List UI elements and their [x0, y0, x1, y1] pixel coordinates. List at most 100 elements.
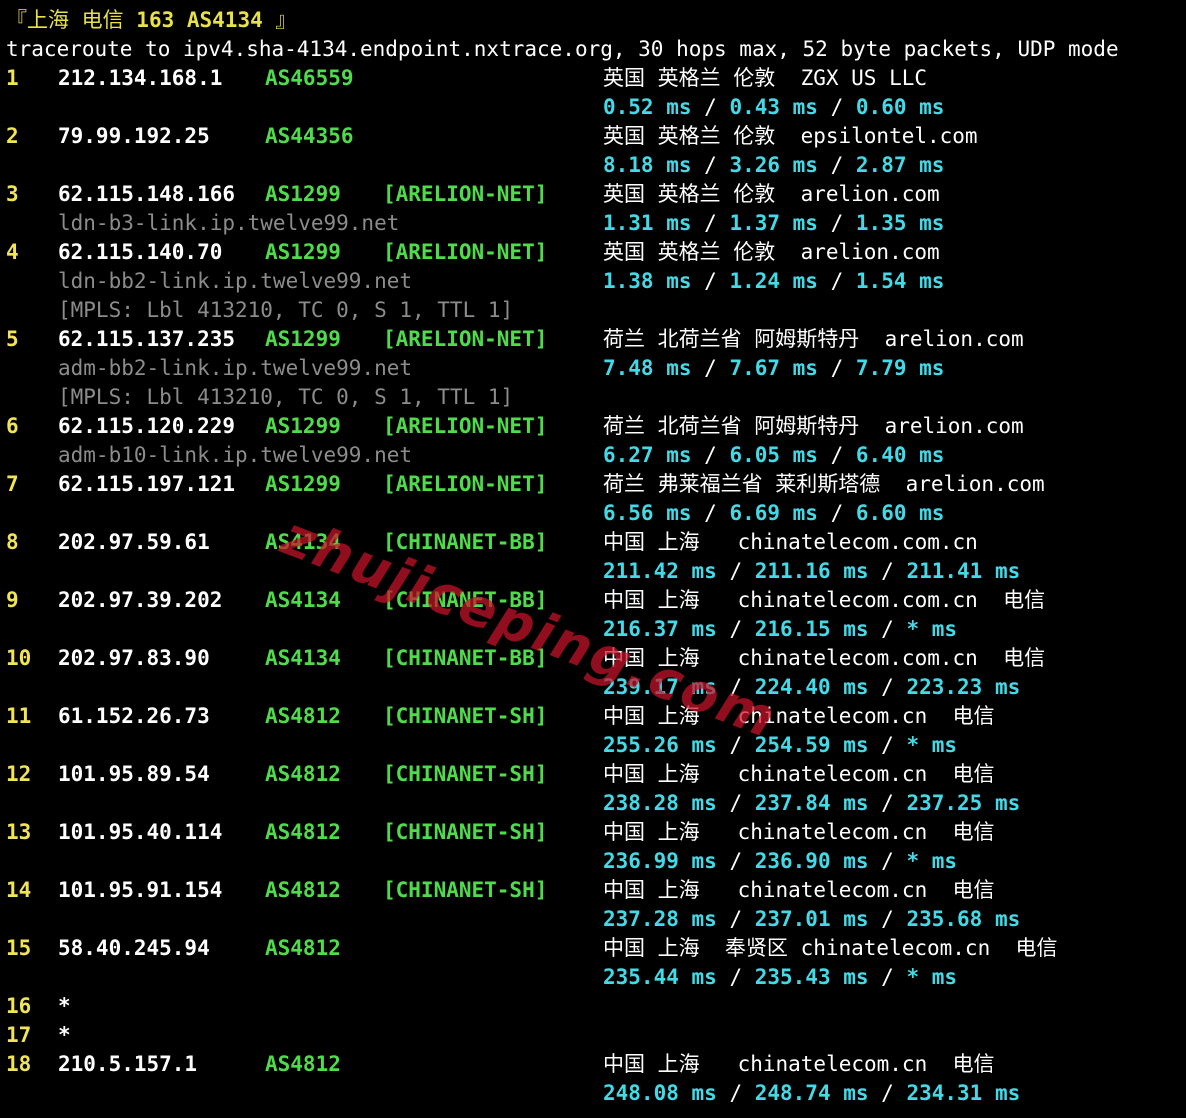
header-title: 『上海 电信 163 AS4134 』	[6, 6, 296, 35]
hop-detail-row: 255.26 ms / 254.59 ms / * ms	[6, 731, 1184, 760]
hop-ip: 202.97.59.61	[58, 530, 210, 554]
hop-rdns: adm-b10-link.ip.twelve99.net	[58, 443, 413, 467]
hop-detail-row: ldn-bb2-link.ip.twelve99.net 1.38 ms / 1.…	[6, 267, 1184, 296]
hop-geo: 中国 上海 chinatelecom.cn 电信	[603, 704, 995, 728]
hop-ip: *	[58, 1023, 71, 1047]
hop-geo: 中国 上海 chinatelecom.com.cn	[603, 530, 978, 554]
hop-number: 3	[6, 182, 19, 206]
hop-number: 13	[6, 820, 32, 844]
rtt-value: 8.18 ms	[603, 153, 692, 177]
hop-ip: 202.97.39.202	[58, 588, 223, 612]
rtt-value: 6.60 ms	[855, 501, 945, 525]
hop-number: 9	[6, 588, 19, 612]
hop-net-tag: [ARELION-NET]	[383, 240, 548, 264]
hop-asn: AS4812	[265, 820, 341, 844]
rtt-separator: /	[716, 965, 755, 989]
rtt-value: 211.42 ms	[603, 559, 717, 583]
rtt-value: 1.37 ms	[729, 211, 818, 235]
hop-asn: AS1299	[265, 472, 341, 496]
rtt-separator: /	[691, 95, 730, 119]
hop-detail-row: 8.18 ms / 3.26 ms / 2.87 ms	[6, 151, 1184, 180]
hop-rtt: 238.28 ms / 237.84 ms / 237.25 ms	[603, 789, 1020, 818]
rtt-separator: /	[691, 443, 730, 467]
hop-geo: 英国 英格兰 伦敦 arelion.com	[603, 240, 940, 264]
hop-detail-row: 238.28 ms / 237.84 ms / 237.25 ms	[6, 789, 1184, 818]
title-asn: 163 AS4134	[136, 8, 263, 32]
rtt-value: 3.26 ms	[729, 153, 818, 177]
hop-detail-row: adm-bb2-link.ip.twelve99.net 7.48 ms / 7.…	[6, 354, 1184, 383]
hop-ip: 58.40.245.94	[58, 936, 210, 960]
rtt-separator: /	[868, 733, 907, 757]
rtt-value: * ms	[906, 965, 958, 989]
rtt-separator: /	[868, 849, 907, 873]
hop-mpls: [MPLS: Lbl 413210, TC 0, S 1, TTL 1]	[58, 385, 514, 409]
hop-ip: 62.115.137.235	[58, 327, 236, 351]
hop-ip: 62.115.140.70	[58, 240, 223, 264]
rtt-separator: /	[868, 617, 907, 641]
hop-ip: 101.95.89.54	[58, 762, 210, 786]
hop-row: 3 62.115.148.166 AS1299 [ARELION-NET] 英国 英格兰…	[6, 180, 1184, 209]
hop-list: 1 212.134.168.1 AS46559 英国 英格兰 伦敦 ZGX US LL…	[6, 64, 1184, 1108]
hop-rtt: 1.38 ms / 1.24 ms / 1.54 ms	[603, 267, 944, 296]
hop-geo: 中国 上海 chinatelecom.cn 电信	[603, 878, 995, 902]
hop-rtt: 211.42 ms / 211.16 ms / 211.41 ms	[603, 557, 1020, 586]
hop-ip: 101.95.40.114	[58, 820, 223, 844]
hop-geo: 荷兰 北荷兰省 阿姆斯特丹 arelion.com	[603, 327, 1024, 351]
hop-ip: 212.134.168.1	[58, 66, 223, 90]
hop-geo: 英国 英格兰 伦敦 ZGX US LLC	[603, 66, 928, 90]
hop-number: 18	[6, 1052, 32, 1076]
hop-net-tag: [CHINANET-SH]	[383, 704, 548, 728]
rtt-value: 6.69 ms	[729, 501, 818, 525]
hop-asn: AS4134	[265, 530, 341, 554]
rtt-value: 235.68 ms	[906, 907, 1021, 931]
hop-rtt: 216.37 ms / 216.15 ms / * ms	[603, 615, 957, 644]
hop-rdns: ldn-bb2-link.ip.twelve99.net	[58, 269, 413, 293]
rtt-value: 6.40 ms	[855, 443, 945, 467]
hop-ip: 62.115.120.229	[58, 414, 236, 438]
rtt-value: 237.28 ms	[603, 907, 717, 931]
hop-row: 1 212.134.168.1 AS46559 英国 英格兰 伦敦 ZGX US LL…	[6, 64, 1184, 93]
hop-detail-row: 239.17 ms / 224.40 ms / 223.23 ms	[6, 673, 1184, 702]
hop-row: 11 61.152.26.73 AS4812 [CHINANET-SH] 中国 上海 c…	[6, 702, 1184, 731]
rtt-separator: /	[868, 791, 907, 815]
rtt-value: 248.74 ms	[754, 1081, 869, 1105]
rtt-separator: /	[691, 153, 730, 177]
rtt-value: 224.40 ms	[754, 675, 869, 699]
rtt-separator: /	[868, 907, 907, 931]
hop-rtt: 6.56 ms / 6.69 ms / 6.60 ms	[603, 499, 944, 528]
hop-number: 1	[6, 66, 19, 90]
rtt-value: 238.28 ms	[603, 791, 717, 815]
hop-asn: AS4812	[265, 878, 341, 902]
hop-net-tag: [ARELION-NET]	[383, 414, 548, 438]
hop-row: 17 *	[6, 1021, 1184, 1050]
rtt-value: 211.16 ms	[754, 559, 869, 583]
rtt-separator: /	[868, 675, 907, 699]
hop-row: 5 62.115.137.235 AS1299 [ARELION-NET] 荷兰 北荷兰…	[6, 325, 1184, 354]
rtt-value: 1.54 ms	[855, 269, 945, 293]
hop-geo: 中国 上海 chinatelecom.com.cn 电信	[603, 646, 1046, 670]
rtt-separator: /	[716, 617, 755, 641]
rtt-value: 1.38 ms	[603, 269, 692, 293]
rtt-value: 7.67 ms	[729, 356, 818, 380]
hop-net-tag: [ARELION-NET]	[383, 327, 548, 351]
hop-net-tag: [ARELION-NET]	[383, 182, 548, 206]
hop-number: 17	[6, 1023, 32, 1047]
hop-row: 16 *	[6, 992, 1184, 1021]
hop-rtt: 6.27 ms / 6.05 ms / 6.40 ms	[603, 441, 944, 470]
rtt-value: 6.56 ms	[603, 501, 692, 525]
rtt-separator: /	[868, 965, 907, 989]
hop-detail-row: 216.37 ms / 216.15 ms / * ms	[6, 615, 1184, 644]
hop-asn: AS1299	[265, 327, 341, 351]
rtt-value: 1.31 ms	[603, 211, 692, 235]
hop-number: 16	[6, 994, 32, 1018]
rtt-value: 235.44 ms	[603, 965, 717, 989]
hop-rtt: 8.18 ms / 3.26 ms / 2.87 ms	[603, 151, 944, 180]
rtt-value: 216.37 ms	[603, 617, 717, 641]
rtt-value: 7.48 ms	[603, 356, 692, 380]
rtt-value: 7.79 ms	[855, 356, 945, 380]
rtt-value: 237.01 ms	[754, 907, 869, 931]
hop-number: 15	[6, 936, 32, 960]
hop-detail-row: ldn-b3-link.ip.twelve99.net 1.31 ms / 1.3…	[6, 209, 1184, 238]
hop-rdns: ldn-b3-link.ip.twelve99.net	[58, 211, 400, 235]
rtt-value: 248.08 ms	[603, 1081, 717, 1105]
